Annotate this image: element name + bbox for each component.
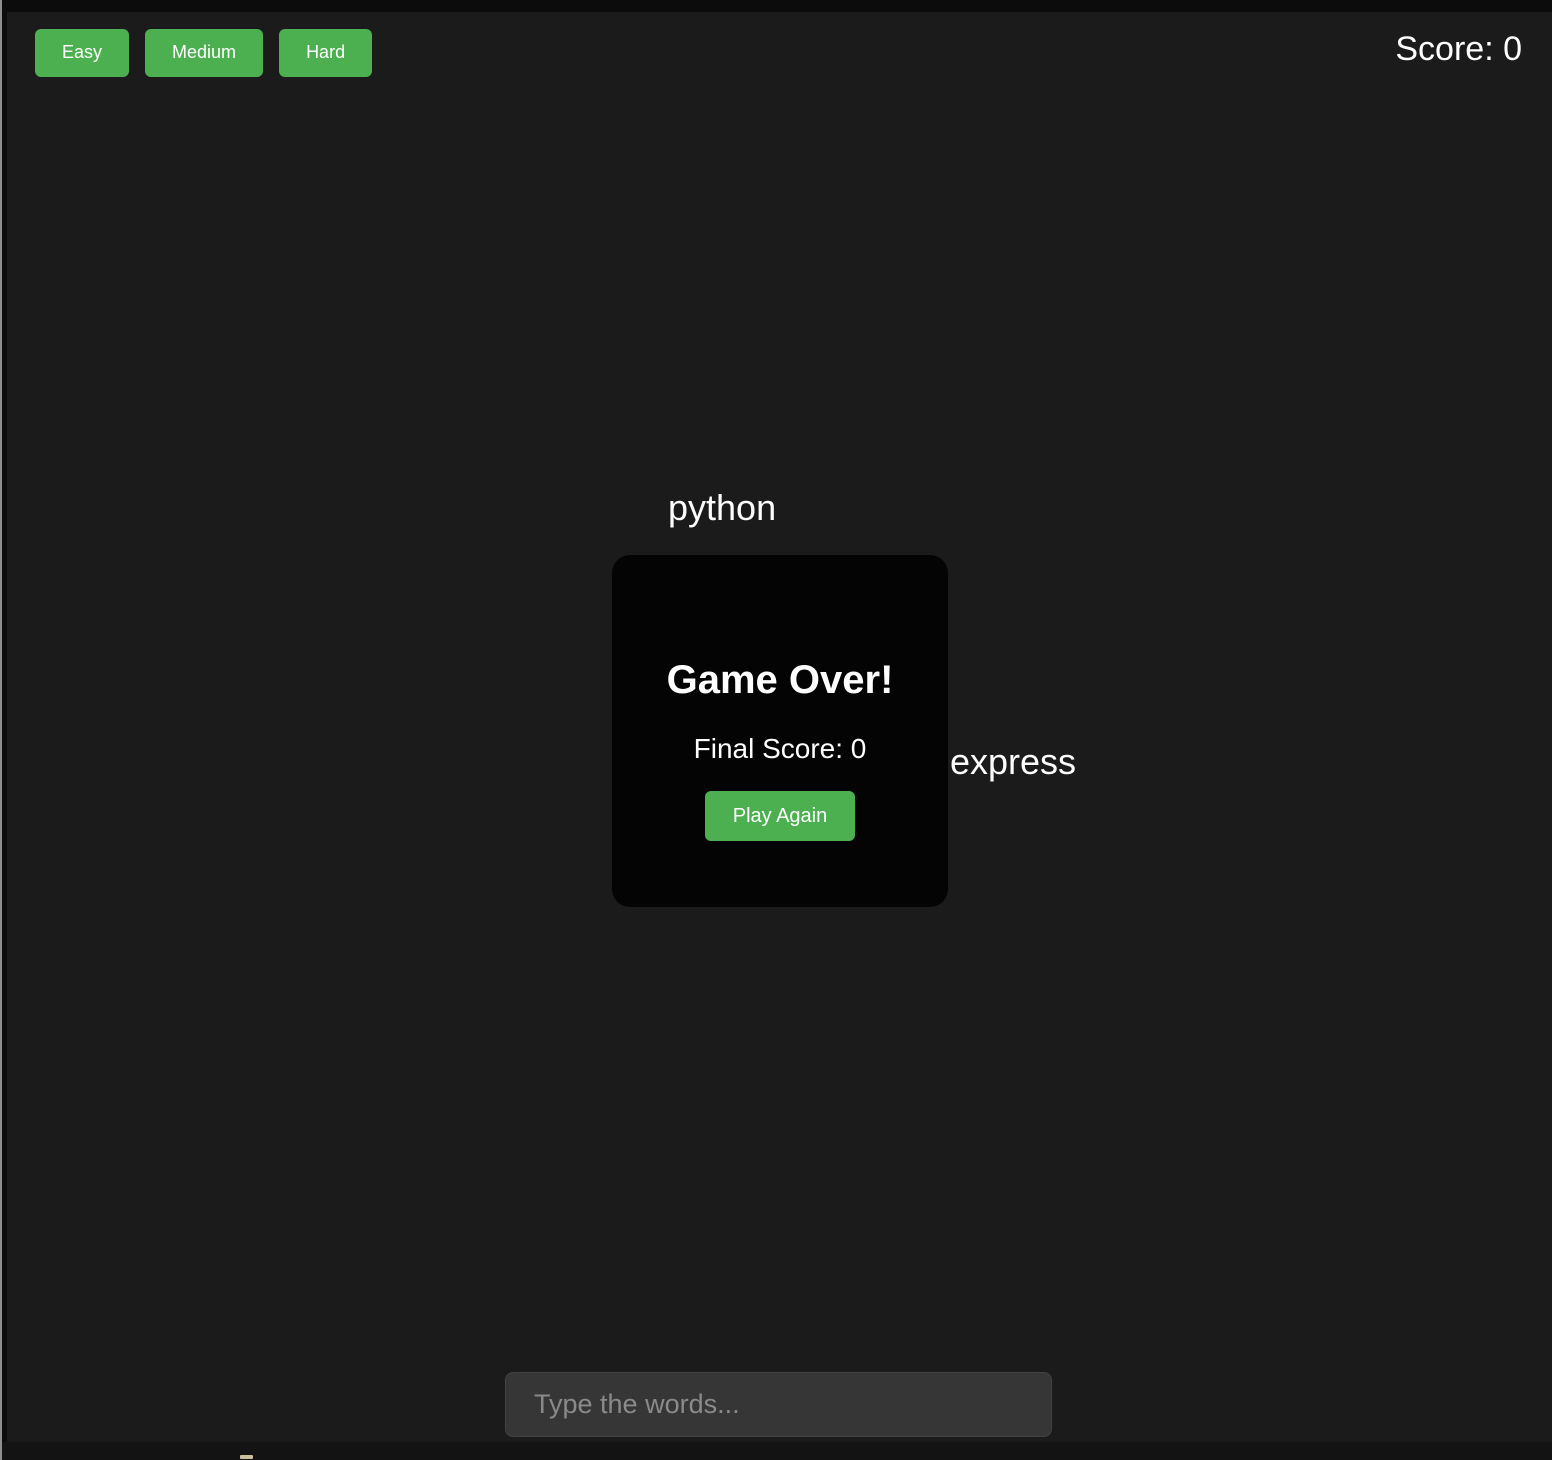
falling-word: express (950, 741, 1076, 783)
game-viewport: { "toolbar": { "difficulty_buttons": [ {… (0, 0, 1552, 1460)
difficulty-button-group: Easy Medium Hard (35, 29, 372, 77)
window-frame-left-edge-line (0, 0, 2, 1460)
window-frame-bottom (0, 1442, 1552, 1460)
score-display: Score: 0 (1395, 30, 1522, 69)
falling-word-partial (240, 1455, 253, 1459)
play-again-button[interactable]: Play Again (705, 791, 856, 841)
difficulty-hard-button[interactable]: Hard (279, 29, 372, 77)
word-typing-input[interactable] (505, 1372, 1052, 1437)
window-frame-top (0, 0, 1552, 12)
falling-word: python (668, 487, 776, 529)
difficulty-easy-button[interactable]: Easy (35, 29, 129, 77)
final-score-text: Final Score: 0 (612, 733, 948, 765)
game-over-modal: Game Over! Final Score: 0 Play Again (612, 555, 948, 907)
difficulty-medium-button[interactable]: Medium (145, 29, 263, 77)
game-over-title: Game Over! (612, 657, 948, 703)
